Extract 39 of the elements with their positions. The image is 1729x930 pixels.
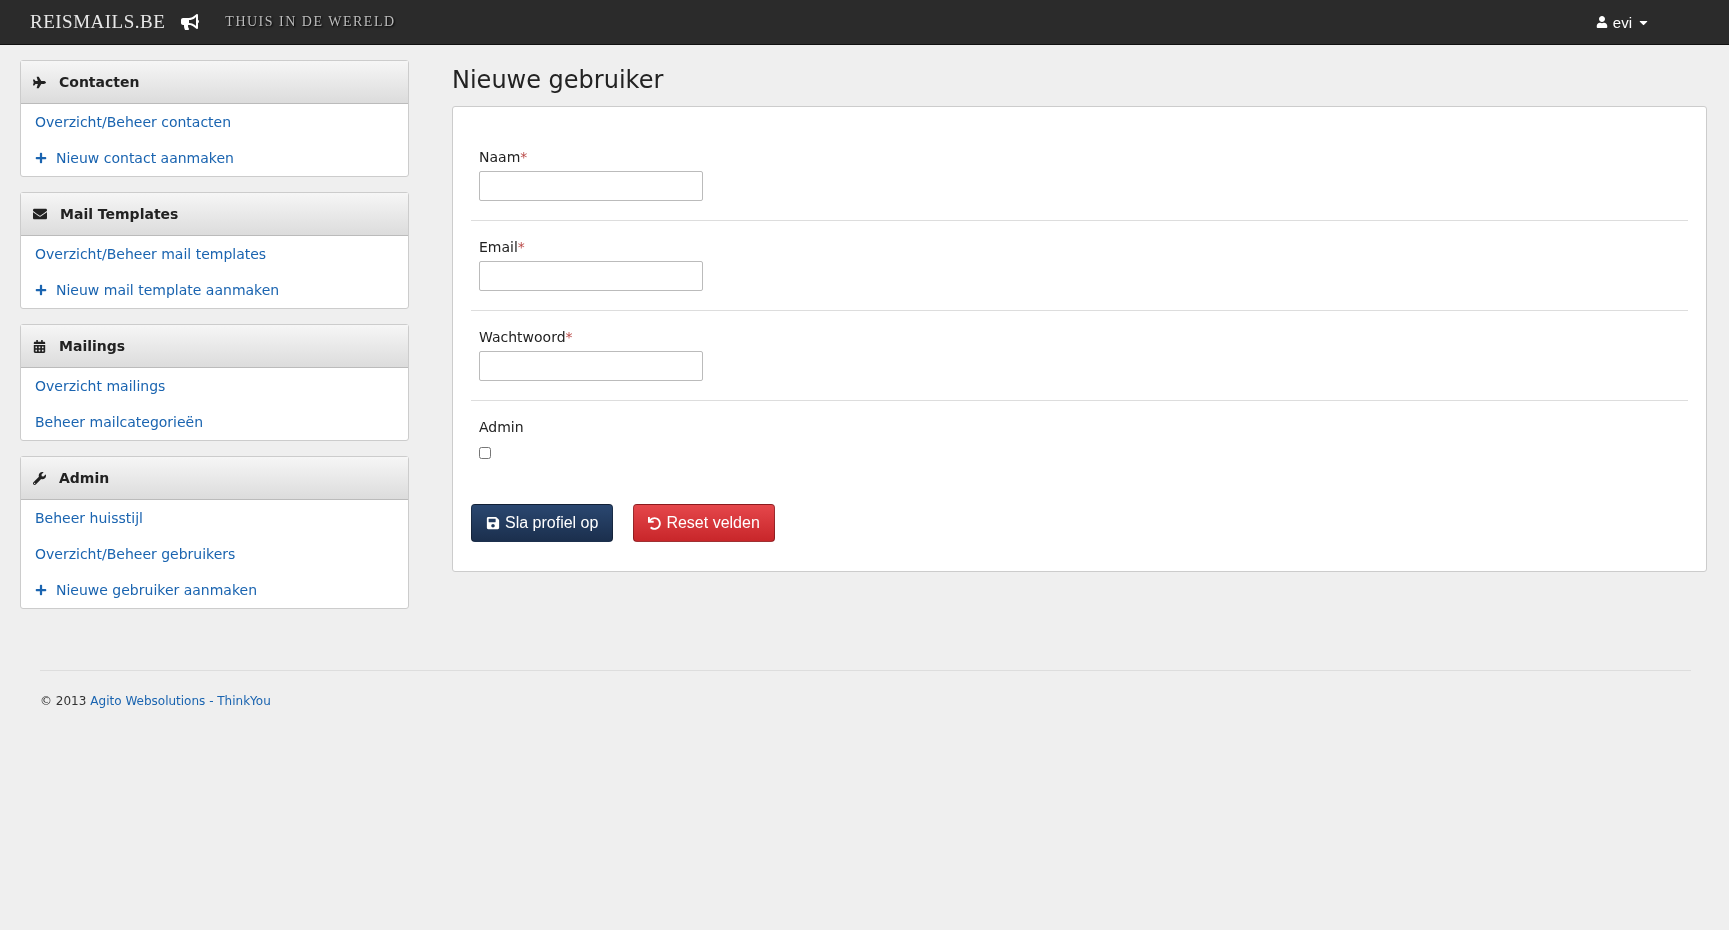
input-field[interactable] (479, 261, 703, 291)
copyright-text: © 2013 (40, 694, 87, 708)
brand-logo[interactable]: REISMAILS.BE (30, 11, 166, 33)
sidebar-link[interactable]: Overzicht/Beheer gebruikers (35, 536, 236, 572)
reset-button[interactable]: Reset velden (633, 504, 775, 542)
plus-icon (35, 584, 47, 596)
panel-title: Contacten (59, 74, 140, 90)
envelope-icon (33, 207, 47, 221)
sidebar-link[interactable]: Overzicht mailings (35, 368, 166, 404)
save-button[interactable]: Sla profiel op (471, 504, 614, 542)
calendar-icon (33, 339, 46, 353)
input-field[interactable] (479, 171, 703, 201)
plane-icon (33, 75, 46, 89)
plus-icon (35, 152, 47, 164)
sidebar-link[interactable]: Nieuwe gebruiker aanmaken (35, 572, 258, 608)
user-menu[interactable]: evi (1591, 11, 1654, 33)
megaphone-icon (181, 13, 200, 31)
page-title: Nieuwe gebruiker (452, 66, 665, 94)
plus-icon (35, 284, 47, 296)
sidebar-link[interactable]: Overzicht/Beheer contacten (35, 104, 232, 140)
field-label: Email* (479, 239, 525, 255)
field-label: Admin (479, 419, 524, 435)
tagline: THUIS IN DE WERELD (225, 14, 396, 30)
sidebar-link[interactable]: Overzicht/Beheer mail templates (35, 236, 267, 272)
field-label: Wachtwoord* (479, 329, 573, 345)
footer-link[interactable]: Agito Websolutions - ThinkYou (90, 694, 271, 708)
field-label: Naam* (479, 149, 528, 165)
sidebar-link[interactable]: Beheer mailcategorieën (35, 404, 204, 440)
input-field[interactable] (479, 351, 703, 381)
sidebar-link[interactable]: Nieuw mail template aanmaken (35, 272, 280, 308)
panel-title: Admin (59, 470, 110, 486)
sidebar-link[interactable]: Nieuw contact aanmaken (35, 140, 234, 176)
wrench-icon (33, 471, 46, 485)
user-icon (1595, 16, 1608, 28)
undo-icon (648, 516, 662, 530)
admin-checkbox[interactable] (479, 447, 491, 459)
panel-title: Mail Templates (60, 206, 179, 222)
sidebar-link[interactable]: Beheer huisstijl (35, 500, 143, 536)
panel-title: Mailings (59, 338, 126, 354)
